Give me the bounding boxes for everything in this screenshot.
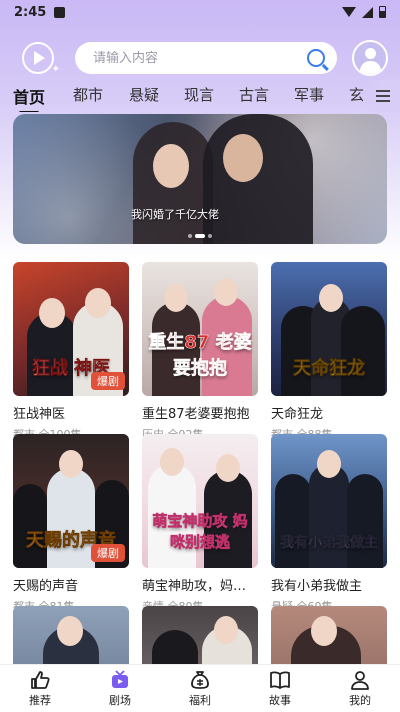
drama-poster bbox=[142, 606, 258, 664]
tab-urban[interactable]: 都市 bbox=[73, 84, 103, 105]
tab-home[interactable]: 首页 bbox=[13, 84, 45, 112]
banner-pagination bbox=[188, 234, 212, 238]
status-time: 2:45 bbox=[14, 4, 47, 20]
drama-card[interactable] bbox=[142, 606, 258, 664]
tab-story[interactable]: 故事 bbox=[240, 665, 320, 712]
drama-grid: 狂战 神医 爆剧 狂战神医 都市·全100集 重生87 老婆要抱抱 重生87老婆… bbox=[13, 262, 387, 664]
drama-poster bbox=[271, 606, 387, 664]
poster-title-art: 萌宝神助攻 妈咪别想逃 bbox=[152, 512, 248, 552]
drama-title: 天命狂龙 bbox=[271, 407, 324, 422]
drama-title: 我有小弟我做主 bbox=[271, 579, 363, 594]
drama-title: 狂战神医 bbox=[13, 407, 66, 422]
hot-badge: 爆剧 bbox=[91, 372, 125, 390]
drama-poster bbox=[13, 606, 129, 664]
drama-card[interactable]: 狂战 神医 爆剧 狂战神医 都市·全100集 bbox=[13, 262, 129, 442]
category-menu-button[interactable] bbox=[366, 80, 400, 112]
poster-title-art: 重生87 老婆要抱抱 bbox=[148, 332, 252, 380]
drama-poster: 狂战 神医 爆剧 bbox=[13, 262, 129, 396]
search-bar[interactable] bbox=[75, 42, 337, 74]
notification-icon bbox=[54, 6, 66, 18]
battery-icon bbox=[379, 6, 386, 18]
drama-card[interactable]: 萌宝神助攻 妈咪别想逃 萌宝神助攻，妈咪别想逃 亲情·全80集 bbox=[142, 434, 258, 614]
tv-icon bbox=[112, 669, 128, 688]
category-tabs: 首页 都市 悬疑 现言 古言 军事 玄 bbox=[0, 80, 400, 112]
book-icon bbox=[270, 670, 290, 689]
drama-card[interactable]: 天赐的声音 爆剧 天赐的声音 都市·全81集 bbox=[13, 434, 129, 614]
tab-label: 故事 bbox=[269, 693, 291, 707]
tab-recommend[interactable]: 推荐 bbox=[0, 665, 80, 712]
poster-title-art: 天命狂龙 bbox=[293, 358, 366, 380]
drama-poster: 重生87 老婆要抱抱 bbox=[142, 262, 258, 396]
wifi-icon bbox=[342, 7, 356, 17]
tab-label: 剧场 bbox=[109, 693, 131, 707]
menu-icon bbox=[376, 90, 390, 102]
tab-fantasy[interactable]: 玄 bbox=[349, 84, 364, 105]
tab-suspense[interactable]: 悬疑 bbox=[129, 84, 159, 105]
poster-title-art: 我有小弟我做主 bbox=[280, 535, 379, 552]
drama-title: 萌宝神助攻，妈咪别想逃 bbox=[142, 579, 258, 594]
drama-poster: 我有小弟我做主 bbox=[271, 434, 387, 568]
top-bar: ✦ bbox=[0, 38, 400, 80]
tab-label: 福利 bbox=[189, 693, 211, 707]
drama-title: 天赐的声音 bbox=[13, 579, 79, 594]
tab-modern-romance[interactable]: 现言 bbox=[184, 84, 214, 105]
signal-icon bbox=[362, 6, 373, 18]
drama-poster: 萌宝神助攻 妈咪别想逃 bbox=[142, 434, 258, 568]
thumbs-up-icon bbox=[31, 670, 50, 689]
tab-military[interactable]: 军事 bbox=[294, 84, 324, 105]
tab-label: 推荐 bbox=[29, 693, 51, 707]
status-bar: 2:45 bbox=[0, 0, 400, 24]
tab-mine[interactable]: 我的 bbox=[320, 665, 400, 712]
tab-welfare[interactable]: 福利 bbox=[160, 665, 240, 712]
drama-title: 重生87老婆要抱抱 bbox=[142, 407, 250, 422]
avatar[interactable] bbox=[352, 40, 388, 76]
drama-poster: 天命狂龙 bbox=[271, 262, 387, 396]
search-input[interactable] bbox=[93, 50, 307, 66]
drama-card[interactable] bbox=[271, 606, 387, 664]
bottom-tab-bar: 推荐 剧场 福利 故事 我的 bbox=[0, 664, 400, 712]
drama-card[interactable]: 重生87 老婆要抱抱 重生87老婆要抱抱 历史·全92集 bbox=[142, 262, 258, 442]
tab-theater[interactable]: 剧场 bbox=[80, 665, 160, 712]
search-icon[interactable] bbox=[307, 49, 325, 67]
user-icon bbox=[351, 670, 369, 690]
drama-poster: 天赐的声音 爆剧 bbox=[13, 434, 129, 568]
tab-label: 我的 bbox=[349, 693, 371, 707]
app-logo-icon[interactable]: ✦ bbox=[22, 42, 60, 75]
drama-card[interactable]: 天命狂龙 天命狂龙 都市·全88集 bbox=[271, 262, 387, 442]
tab-ancient-romance[interactable]: 古言 bbox=[239, 84, 269, 105]
hot-badge: 爆剧 bbox=[91, 544, 125, 562]
money-bag-icon bbox=[191, 670, 209, 689]
drama-card[interactable] bbox=[13, 606, 129, 664]
featured-banner[interactable]: 我闪婚了千亿大佬 bbox=[13, 114, 387, 244]
drama-card[interactable]: 我有小弟我做主 我有小弟我做主 悬疑·全60集 bbox=[271, 434, 387, 614]
banner-caption: 我闪婚了千亿大佬 bbox=[131, 208, 219, 221]
